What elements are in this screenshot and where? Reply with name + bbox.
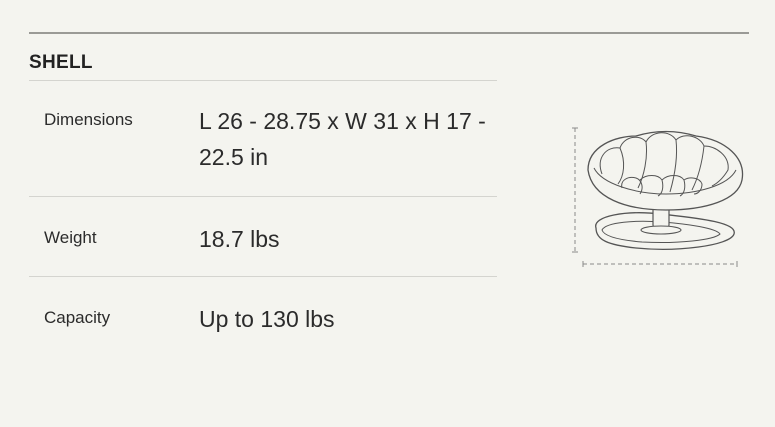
spec-table: Dimensions L 26 - 28.75 x W 31 x H 17 - … [29, 80, 497, 356]
spec-label-capacity: Capacity [44, 308, 111, 327]
spec-row-capacity: Capacity Up to 130 lbs [29, 276, 497, 356]
spec-value-dimensions: L 26 - 28.75 x W 31 x H 17 - 22.5 in [199, 108, 486, 170]
spec-row-dimensions: Dimensions L 26 - 28.75 x W 31 x H 17 - … [29, 80, 497, 196]
section-title: SHELL [29, 52, 93, 73]
spec-value-weight: 18.7 lbs [199, 226, 280, 252]
spec-value-capacity: Up to 130 lbs [199, 306, 335, 332]
top-divider [29, 32, 749, 34]
spec-label-weight: Weight [44, 228, 97, 247]
spec-row-weight: Weight 18.7 lbs [29, 196, 497, 276]
spec-label-dimensions: Dimensions [44, 110, 133, 129]
shell-chair-dimension-illustration [566, 118, 746, 278]
